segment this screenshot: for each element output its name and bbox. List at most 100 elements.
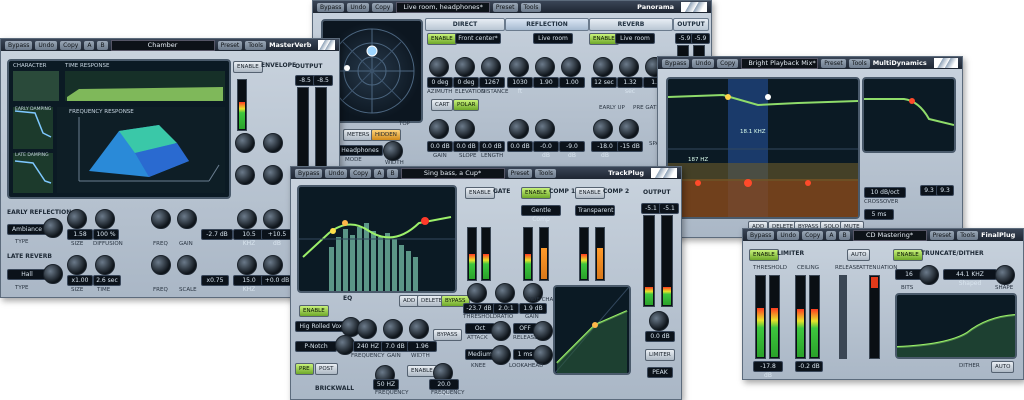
auto-release-button[interactable]: AUTO (847, 249, 871, 261)
eq-width-knob[interactable] (409, 319, 429, 339)
comp2-preset[interactable]: Transparent (575, 205, 615, 216)
late-freq-knob[interactable] (151, 255, 171, 275)
undo-button[interactable]: Undo (35, 40, 58, 50)
bypass-button[interactable]: Bypass (747, 230, 775, 240)
ab-b-button[interactable]: B (839, 230, 850, 240)
undo-button[interactable]: Undo (325, 168, 348, 178)
ab-a-button[interactable]: A (826, 230, 837, 240)
elevation-knob[interactable] (455, 57, 475, 77)
refl-knob-2[interactable] (535, 57, 555, 77)
shape-knob[interactable] (995, 265, 1015, 285)
output-gain-knob[interactable] (649, 311, 669, 331)
ab-b-button[interactable]: B (97, 40, 108, 50)
meters-button[interactable]: METERS (343, 129, 374, 141)
cart-button[interactable]: CART (431, 99, 454, 111)
direct-enable[interactable]: ENABLE (427, 33, 457, 45)
preset-button[interactable]: Preset (929, 230, 955, 240)
gain-knob-5[interactable] (593, 119, 613, 139)
comp2-enable[interactable]: ENABLE (575, 187, 605, 199)
refl-knob-3[interactable] (561, 57, 581, 77)
shape-value[interactable]: 44.1 KHZ Shaped (943, 269, 997, 287)
envelope-enable[interactable]: ENABLE (233, 61, 263, 73)
pre-button[interactable]: PRE (295, 363, 314, 375)
polar-button[interactable]: POLAR (453, 99, 480, 111)
copy-button[interactable]: Copy (372, 2, 394, 12)
bits-knob[interactable] (919, 265, 939, 285)
eq-type-value[interactable]: P-Notch (295, 341, 337, 352)
bypass-button[interactable]: Bypass (317, 2, 345, 12)
copy-button[interactable]: Copy (60, 40, 82, 50)
late-size-knob[interactable] (67, 255, 87, 275)
early-gain2-knob[interactable] (263, 209, 283, 229)
preset-field[interactable]: Live room, headphones* (396, 1, 490, 13)
undo-button[interactable]: Undo (777, 230, 800, 240)
eq-type-knob[interactable] (335, 335, 355, 355)
comp1-enable[interactable]: ENABLE (521, 187, 551, 199)
early-type-value[interactable]: Ambiance (7, 224, 47, 235)
late-scale-knob[interactable] (177, 255, 197, 275)
early-gain-knob[interactable] (177, 209, 197, 229)
post-button[interactable]: POST (315, 363, 338, 375)
limiter-button[interactable]: LIMITER (645, 349, 675, 361)
late-time-knob[interactable] (95, 255, 115, 275)
copy-button[interactable]: Copy (802, 230, 824, 240)
undo-button[interactable]: Undo (347, 2, 370, 12)
copy-button[interactable]: Copy (717, 58, 739, 68)
gain-knob-4[interactable] (535, 119, 555, 139)
reverb-display[interactable]: CHARACTER TIME RESPONSE FREQUENCY RESPON… (7, 59, 231, 199)
eq-enable[interactable]: ENABLE (299, 305, 329, 317)
early-diffusion-knob[interactable] (95, 209, 115, 229)
envelope-knob-3[interactable] (235, 165, 255, 185)
preset-field[interactable]: Chamber (110, 39, 215, 51)
preset-button[interactable]: Preset (217, 40, 243, 50)
gain-knob-6[interactable] (619, 119, 639, 139)
eq-graph[interactable] (297, 185, 457, 293)
dither-graph[interactable] (895, 293, 1017, 359)
early-type-knob[interactable] (43, 218, 63, 238)
bypass-button[interactable]: Bypass (5, 40, 33, 50)
late-gain2-knob[interactable] (263, 255, 283, 275)
ab-a-button[interactable]: A (374, 168, 385, 178)
tools-button[interactable]: Tools (957, 230, 979, 240)
dither-auto-button[interactable]: AUTO (991, 361, 1015, 373)
eq-gain-knob[interactable] (383, 319, 403, 339)
envelope-knob-4[interactable] (263, 165, 283, 185)
reverb-preset[interactable]: Live room (615, 33, 655, 44)
envelope-knob-2[interactable] (263, 133, 283, 153)
gain-knob-3[interactable] (509, 119, 529, 139)
early-size-knob[interactable] (67, 209, 87, 229)
undo-button[interactable]: Undo (692, 58, 715, 68)
release-slider[interactable] (839, 275, 847, 359)
threshold-knob[interactable] (467, 283, 487, 303)
lookahead-knob[interactable] (533, 345, 553, 365)
preset-button[interactable]: Preset (492, 2, 518, 12)
early-freq2-knob[interactable] (237, 209, 257, 229)
attack-knob[interactable] (491, 321, 511, 341)
tools-button[interactable]: Tools (848, 58, 870, 68)
reverb-knob-2[interactable] (619, 57, 639, 77)
ab-a-button[interactable]: A (84, 40, 95, 50)
envelope-knob-1[interactable] (235, 133, 255, 153)
comp-curve-graph[interactable] (553, 285, 631, 375)
eq-freq-knob[interactable] (357, 319, 377, 339)
tools-button[interactable]: Tools (245, 40, 267, 50)
hidden-button[interactable]: HIDDEN (371, 129, 401, 141)
knee-knob[interactable] (491, 345, 511, 365)
late-freq2-knob[interactable] (237, 255, 257, 275)
preset-button[interactable]: Preset (507, 168, 533, 178)
gain-knob-1[interactable] (429, 119, 449, 139)
comp1-preset[interactable]: Gentle Comp (521, 205, 561, 223)
width-knob[interactable] (383, 141, 403, 161)
multiband-graph[interactable]: 187 HZ 18.1 KHZ (666, 77, 860, 219)
refl-knob-1[interactable] (509, 57, 529, 77)
late-type-knob[interactable] (43, 264, 63, 284)
late-type-value[interactable]: Hall (7, 269, 47, 280)
preset-button[interactable]: Preset (821, 58, 846, 68)
gain-knob-2[interactable] (455, 119, 475, 139)
eq-bypass2-button[interactable]: BYPASS (433, 329, 462, 341)
dither-enable[interactable]: ENABLE (893, 249, 923, 261)
direct-preset[interactable]: Front center* (455, 33, 501, 44)
reflection-preset[interactable]: Live room (533, 33, 573, 44)
crossover-graph[interactable] (862, 77, 956, 153)
preset-field[interactable]: Sing bass, a Cup* (400, 167, 505, 179)
